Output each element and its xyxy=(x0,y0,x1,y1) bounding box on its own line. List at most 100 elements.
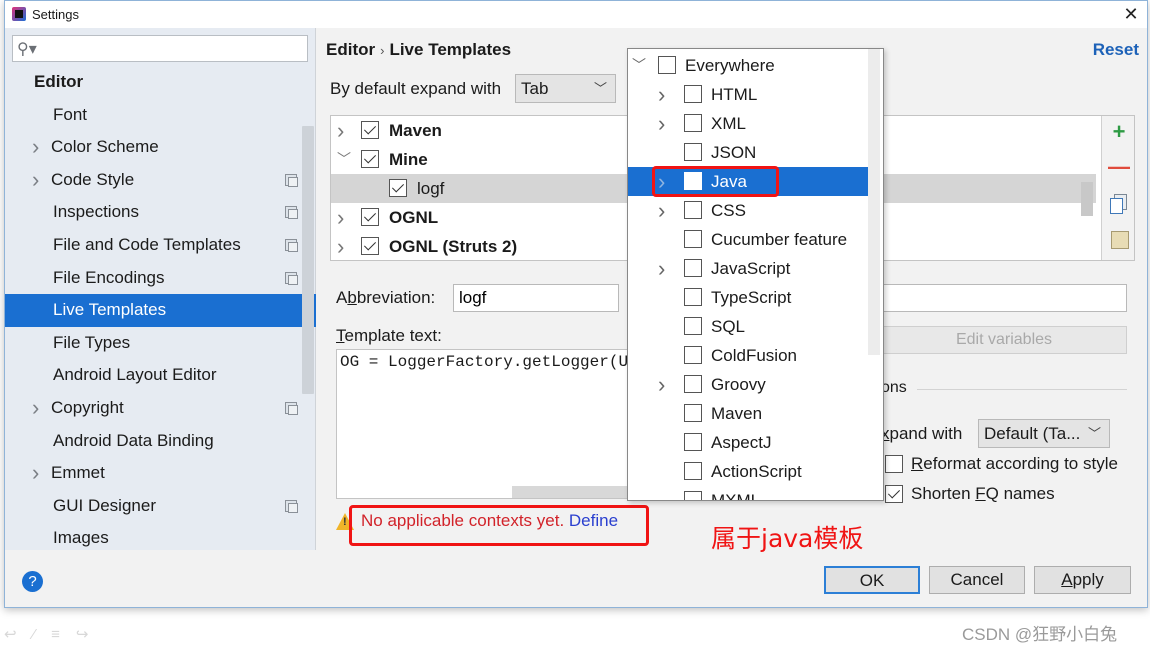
sidebar-item-code-style[interactable]: › Code Style xyxy=(5,164,316,197)
sidebar-item-live-templates[interactable]: Live Templates xyxy=(5,294,316,327)
chevron-right-icon[interactable]: › xyxy=(32,457,39,489)
context-checkbox[interactable] xyxy=(684,433,702,451)
context-checkbox[interactable] xyxy=(684,375,702,393)
template-toolbar: + — xyxy=(1101,116,1134,260)
sidebar-scrollbar[interactable] xyxy=(302,126,314,394)
chevron-right-icon[interactable]: › xyxy=(337,232,344,261)
search-input[interactable] xyxy=(41,39,301,58)
context-item-everywhere[interactable]: ﹀ Everywhere xyxy=(628,51,868,80)
project-scope-icon xyxy=(285,206,298,220)
chevron-right-icon[interactable]: › xyxy=(658,109,665,138)
template-checkbox[interactable] xyxy=(361,208,379,226)
chevron-right-icon[interactable]: › xyxy=(658,80,665,109)
duplicate-icon[interactable] xyxy=(1108,192,1130,214)
shorten-part: Q names xyxy=(985,484,1055,503)
context-item-groovy[interactable]: › Groovy xyxy=(628,370,868,399)
restore-template-icon[interactable] xyxy=(1108,228,1130,250)
sidebar-item-images[interactable]: Images xyxy=(5,522,316,555)
context-item-html[interactable]: › HTML xyxy=(628,80,868,109)
chevron-right-icon[interactable]: › xyxy=(658,196,665,225)
shorten-fq-checkbox[interactable] xyxy=(885,485,903,503)
chevron-right-icon[interactable]: › xyxy=(337,116,344,145)
context-item-javascript[interactable]: › JavaScript xyxy=(628,254,868,283)
context-label: ActionScript xyxy=(711,462,802,481)
default-expand-label: By default expand with xyxy=(330,79,502,98)
chevron-down-icon[interactable]: ﹀ xyxy=(632,51,646,80)
default-expand-select[interactable]: Tab ﹀ xyxy=(515,74,616,103)
context-checkbox[interactable] xyxy=(684,114,702,132)
popup-scrollbar[interactable] xyxy=(868,49,880,355)
apply-part: pply xyxy=(1072,570,1104,589)
context-checkbox[interactable] xyxy=(684,288,702,306)
expand-with-select[interactable]: Default (Ta... ﹀ xyxy=(978,419,1110,448)
context-item-mxml[interactable]: MXML xyxy=(628,486,868,500)
context-checkbox[interactable] xyxy=(684,491,702,500)
template-checkbox[interactable] xyxy=(361,121,379,139)
context-checkbox[interactable] xyxy=(684,85,702,103)
tree-scrollbar[interactable] xyxy=(1081,182,1093,216)
add-template-button[interactable]: + xyxy=(1108,121,1130,143)
context-checkbox[interactable] xyxy=(658,56,676,74)
template-text-hscrollbar[interactable] xyxy=(512,486,630,498)
reformat-checkbox[interactable] xyxy=(885,455,903,473)
chevron-right-icon[interactable]: › xyxy=(32,131,39,163)
sidebar-item-emmet[interactable]: › Emmet xyxy=(5,457,316,490)
help-button[interactable]: ? xyxy=(22,571,43,592)
chevron-right-icon[interactable]: › xyxy=(337,203,344,232)
cancel-button[interactable]: Cancel xyxy=(929,566,1025,594)
settings-search[interactable]: ⚲▾ xyxy=(12,35,308,62)
context-checkbox[interactable] xyxy=(684,201,702,219)
context-checkbox[interactable] xyxy=(684,404,702,422)
reset-link[interactable]: Reset xyxy=(1093,40,1139,60)
template-text-editor[interactable]: OG = LoggerFactory.getLogger(U xyxy=(336,349,631,499)
chevron-right-icon[interactable]: › xyxy=(658,370,665,399)
sidebar-item-android-layout-editor[interactable]: Android Layout Editor xyxy=(5,359,316,392)
tt-label-mnemonic: T xyxy=(336,326,345,345)
context-item-coldfusion[interactable]: ColdFusion xyxy=(628,341,868,370)
close-button[interactable]: ✕ xyxy=(1121,4,1141,24)
sidebar-item-label: Android Data Binding xyxy=(53,430,214,450)
ok-button[interactable]: OK xyxy=(824,566,920,594)
sidebar-item-android-data-binding[interactable]: Android Data Binding xyxy=(5,425,316,458)
context-item-xml[interactable]: › XML xyxy=(628,109,868,138)
sidebar-item-editor[interactable]: Editor xyxy=(5,66,316,99)
chevron-right-icon[interactable]: › xyxy=(32,392,39,424)
chevron-right-icon[interactable]: › xyxy=(32,164,39,196)
sidebar-item-file-types[interactable]: File Types xyxy=(5,327,316,360)
context-item-sql[interactable]: SQL xyxy=(628,312,868,341)
sidebar-item-label: Font xyxy=(53,104,88,124)
context-checkbox[interactable] xyxy=(684,230,702,248)
sidebar-item-file-and-code-templates[interactable]: File and Code Templates xyxy=(5,229,316,262)
sidebar-item-color-scheme[interactable]: › Color Scheme xyxy=(5,131,316,164)
context-checkbox[interactable] xyxy=(684,346,702,364)
breadcrumb-editor[interactable]: Editor xyxy=(326,40,375,59)
template-checkbox[interactable] xyxy=(389,179,407,197)
chevron-down-icon[interactable]: ﹀ xyxy=(337,145,351,174)
context-item-aspectj[interactable]: AspectJ xyxy=(628,428,868,457)
context-checkbox[interactable] xyxy=(684,259,702,277)
template-label: Mine xyxy=(389,150,428,169)
context-item-maven[interactable]: Maven xyxy=(628,399,868,428)
sidebar-item-gui-designer[interactable]: GUI Designer xyxy=(5,490,316,523)
expand-with-part: pand with xyxy=(889,424,963,443)
template-checkbox[interactable] xyxy=(361,237,379,255)
chevron-right-icon[interactable]: › xyxy=(658,254,665,283)
sidebar-item-font[interactable]: Font xyxy=(5,99,316,132)
context-item-json[interactable]: JSON xyxy=(628,138,868,167)
edit-variables-button[interactable]: Edit variables xyxy=(881,326,1127,354)
sidebar-item-file-encodings[interactable]: File Encodings xyxy=(5,262,316,295)
apply-button[interactable]: Apply xyxy=(1034,566,1131,594)
sidebar-item-inspections[interactable]: Inspections xyxy=(5,196,316,229)
remove-template-button[interactable]: — xyxy=(1108,156,1130,178)
context-checkbox[interactable] xyxy=(684,143,702,161)
sidebar-item-copyright[interactable]: › Copyright xyxy=(5,392,316,425)
context-item-typescript[interactable]: TypeScript xyxy=(628,283,868,312)
template-checkbox[interactable] xyxy=(361,150,379,168)
context-item-cucumber-feature[interactable]: Cucumber feature xyxy=(628,225,868,254)
context-checkbox[interactable] xyxy=(684,317,702,335)
abbreviation-input[interactable] xyxy=(453,284,619,312)
context-item-css[interactable]: › CSS xyxy=(628,196,868,225)
context-item-actionscript[interactable]: ActionScript xyxy=(628,457,868,486)
description-input[interactable] xyxy=(881,284,1127,312)
context-checkbox[interactable] xyxy=(684,462,702,480)
